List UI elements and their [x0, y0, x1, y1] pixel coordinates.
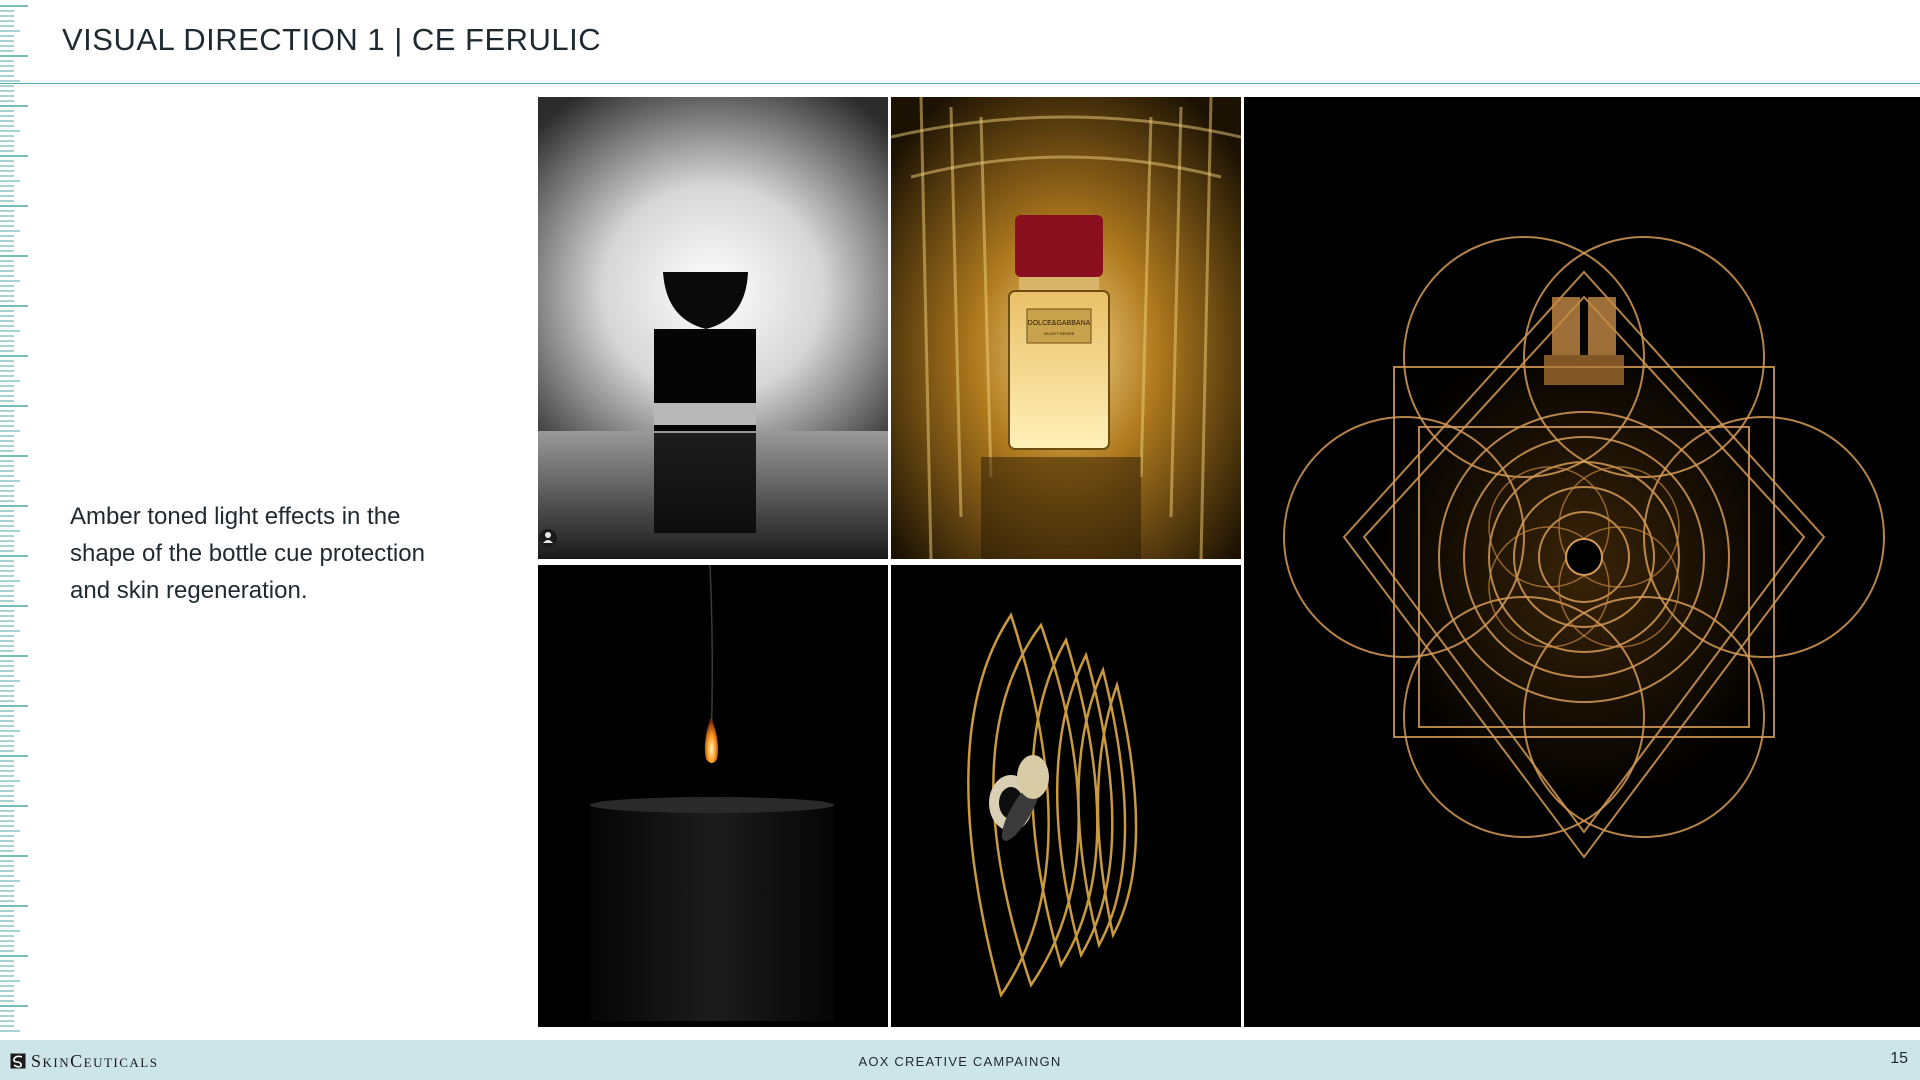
amber-geometric-bottle-light-photo	[1244, 97, 1920, 1027]
campaign-label: AOX CREATIVE CAMPAINGN	[858, 1054, 1062, 1069]
ruler-decoration	[0, 5, 28, 1032]
page-number: 15	[1890, 1050, 1908, 1067]
page-title: VISUAL DIRECTION 1 | CE FERULIC	[62, 22, 602, 57]
title-divider	[0, 83, 1920, 84]
panther-watch-gold-frames-photo	[891, 565, 1241, 1027]
candle-flame-photo	[538, 565, 888, 1027]
golden-perfume-bottle-tunnel-photo: DOLCE&GABBANA VELVET DESIRE	[891, 97, 1241, 559]
black-perfume-bottle-photo	[538, 97, 888, 559]
bottle-sublabel-text: VELVET DESIRE	[1044, 331, 1075, 336]
bottle-label-text: DOLCE&GABBANA	[1028, 320, 1091, 327]
description-text: Amber toned light effects in the shape o…	[70, 503, 425, 604]
